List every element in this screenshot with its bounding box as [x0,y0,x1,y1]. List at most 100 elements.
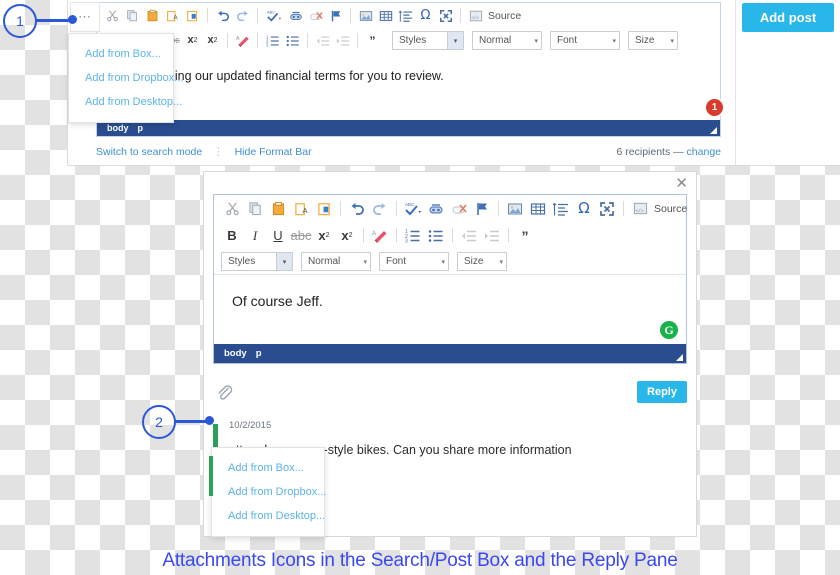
copy-icon[interactable] [123,6,142,25]
strikethrough-icon[interactable]: abc [290,225,312,246]
size-dropdown[interactable]: Size ▾ [457,252,507,271]
increase-indent-icon[interactable] [481,225,503,246]
size-dropdown[interactable]: Size ▾ [628,31,678,50]
styles-dropdown[interactable]: Styles ▾ [221,252,293,271]
toolbar-divider [498,201,499,216]
bold-icon[interactable]: B [221,225,243,246]
source-icon[interactable]: </> [629,198,651,219]
styles-dropdown[interactable]: Styles ▾ [392,31,464,50]
special-character-icon[interactable]: Ω [416,6,435,25]
chevron-down-icon: ▾ [447,32,463,49]
superscript-icon[interactable]: x2 [336,225,358,246]
element-path-p[interactable]: p [138,123,144,133]
anchor-flag-icon[interactable] [471,198,493,219]
reply-body-text[interactable]: Of course Jeff. [214,277,686,343]
blockquote-icon[interactable]: ” [363,31,382,50]
paste-from-word-icon[interactable] [183,6,202,25]
maximize-icon[interactable] [436,6,455,25]
add-post-button[interactable]: Add post [742,3,834,32]
anchor-flag-icon[interactable] [326,6,345,25]
toolbar-divider [363,228,364,243]
paste-icon[interactable] [143,6,162,25]
format-dropdown[interactable]: Normal ▾ [472,31,542,50]
bulleted-list-icon[interactable] [283,31,302,50]
resize-grip-icon[interactable] [710,127,717,134]
subscript-icon[interactable]: x2 [183,31,202,50]
element-path-body[interactable]: body [224,348,247,359]
numbered-list-icon[interactable]: 123 [402,225,424,246]
switch-to-search-mode-link[interactable]: Switch to search mode [96,146,202,158]
paste-icon[interactable] [267,198,289,219]
menu-item-add-from-dropbox[interactable]: Add from Dropbox... [212,480,326,504]
format-dropdown[interactable]: Normal ▾ [301,252,371,271]
increase-indent-icon[interactable] [333,31,352,50]
copy-icon[interactable] [244,198,266,219]
resize-grip-icon[interactable] [676,354,683,361]
unlink-icon[interactable] [306,6,325,25]
italic-icon[interactable]: I [244,225,266,246]
spellcheck-icon[interactable]: ABC [263,6,285,25]
paperclip-attachment-icon[interactable] [213,381,235,403]
svg-text:A: A [372,231,376,237]
reply-attachment-menu: Add from Box... Add from Dropbox... Add … [209,447,326,537]
annotation-1-dot [68,15,77,24]
reply-button[interactable]: Reply [637,381,687,403]
link-icon[interactable] [286,6,305,25]
source-icon[interactable]: </> [466,6,485,25]
font-dropdown[interactable]: Font ▾ [379,252,449,271]
maximize-icon[interactable] [596,198,618,219]
footer-separator: ⋮ [213,146,224,158]
post-footer-left: Switch to search mode ⋮ Hide Format Bar [96,146,312,158]
blockquote-icon[interactable]: ” [514,225,536,246]
hide-format-bar-link[interactable]: Hide Format Bar [235,146,312,158]
redo-icon[interactable] [233,6,252,25]
spellcheck-icon[interactable]: ABC [402,198,424,219]
menu-item-add-from-box[interactable]: Add from Box... [69,42,173,66]
special-character-icon[interactable]: Ω [573,198,595,219]
undo-icon[interactable] [346,198,368,219]
chevron-down-icon: ▾ [441,258,445,266]
superscript-icon[interactable]: x2 [203,31,222,50]
element-path-p[interactable]: p [256,348,262,359]
table-icon[interactable] [527,198,549,219]
menu-item-add-from-box[interactable]: Add from Box... [212,456,324,480]
undo-icon[interactable] [213,6,232,25]
toolbar-divider [257,33,258,48]
paragraph-format-icon[interactable] [550,198,572,219]
numbered-list-icon[interactable]: 123 [263,31,282,50]
cut-icon[interactable] [221,198,243,219]
image-icon[interactable] [504,198,526,219]
remove-format-icon[interactable]: A [233,31,252,50]
post-footer: Switch to search mode ⋮ Hide Format Bar … [96,140,721,164]
cut-icon[interactable] [103,6,122,25]
menu-item-add-from-dropbox[interactable]: Add from Dropbox... [69,66,183,90]
bulleted-list-icon[interactable] [425,225,447,246]
menu-item-add-from-desktop[interactable]: Add from Desktop... [212,504,325,528]
subscript-icon[interactable]: x2 [313,225,335,246]
table-icon[interactable] [376,6,395,25]
underline-icon[interactable]: U [267,225,289,246]
grammarly-icon[interactable]: G [660,321,678,339]
image-icon[interactable] [356,6,375,25]
paste-text-icon[interactable]: A [290,198,312,219]
paste-from-word-icon[interactable] [313,198,335,219]
post-body-text[interactable]: I am attaching our updated financial ter… [97,55,720,114]
change-recipients-link[interactable]: change [687,146,721,158]
paragraph-format-icon[interactable] [396,6,415,25]
element-path-body[interactable]: body [107,123,129,133]
source-label[interactable]: Source [488,10,521,22]
format-dropdown-value: Normal [308,256,341,267]
decrease-indent-icon[interactable] [458,225,480,246]
redo-icon[interactable] [369,198,391,219]
link-icon[interactable] [425,198,447,219]
decrease-indent-icon[interactable] [313,31,332,50]
reply-close-button[interactable]: ✕ [675,176,688,191]
svg-text:</>: </> [471,15,479,21]
remove-format-icon[interactable]: A [369,225,391,246]
font-dropdown[interactable]: Font ▾ [550,31,620,50]
toolbar-divider [452,228,453,243]
unlink-icon[interactable] [448,198,470,219]
paste-text-icon[interactable]: A [163,6,182,25]
menu-item-add-from-desktop[interactable]: Add from Desktop... [69,90,182,114]
source-label[interactable]: Source [654,203,687,215]
